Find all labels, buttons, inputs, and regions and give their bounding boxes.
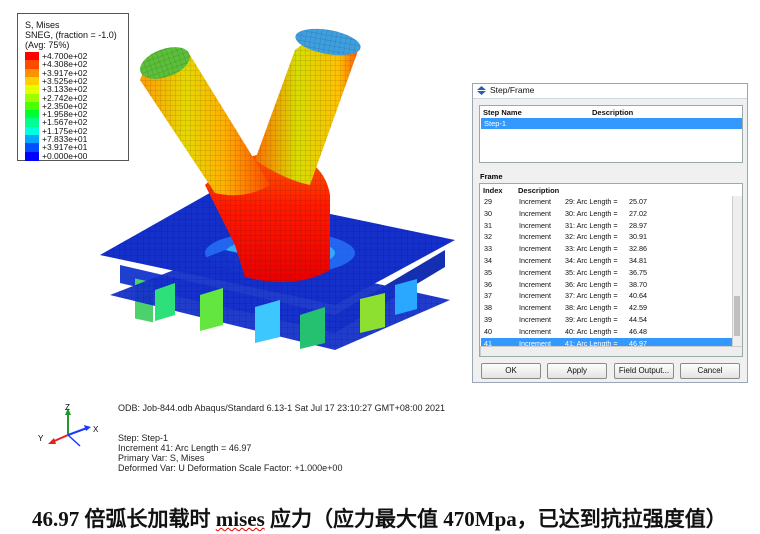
- frame-type: Increment: [519, 244, 551, 254]
- primary-var-info: Primary Var: S, Mises: [118, 453, 205, 463]
- frame-desc: 35: Arc Length =: [565, 267, 618, 277]
- frame-list[interactable]: Index Description 29 Increment 29: Arc Len…: [479, 183, 743, 357]
- frame-desc: 36: Arc Length =: [565, 279, 618, 289]
- legend-value: +0.000e+00: [42, 150, 88, 161]
- frame-row[interactable]: 38 Increment 38: Arc Length = 42.59: [481, 302, 733, 314]
- frame-type: Increment: [519, 303, 551, 313]
- frame-index: 31: [484, 220, 492, 230]
- frame-row[interactable]: 32 Increment 32: Arc Length = 30.91: [481, 231, 733, 243]
- frame-type: Increment: [519, 208, 551, 218]
- frame-type: Increment: [519, 279, 551, 289]
- deformed-var-info: Deformed Var: U Deformation Scale Factor…: [118, 463, 343, 473]
- frame-desc: 40: Arc Length =: [565, 326, 618, 336]
- step-row-selected[interactable]: Step-1: [481, 118, 742, 129]
- frame-index: 35: [484, 267, 492, 277]
- frame-value: 40.64: [629, 291, 647, 301]
- frame-value: 27.02: [629, 208, 647, 218]
- field-output-button[interactable]: Field Output...: [614, 363, 674, 379]
- frame-value: 28.97: [629, 220, 647, 230]
- frame-desc: 39: Arc Length =: [565, 315, 618, 324]
- frame-index: 36: [484, 279, 492, 289]
- frame-value: 42.59: [629, 303, 647, 313]
- frame-index: 33: [484, 244, 492, 254]
- increment-info: Increment 41: Arc Length = 46.97: [118, 443, 252, 453]
- frame-row[interactable]: 36 Increment 36: Arc Length = 38.70: [481, 279, 733, 291]
- coordinate-triad-icon: Z Y X: [38, 403, 99, 447]
- ok-button[interactable]: OK: [481, 363, 541, 379]
- frame-type: Increment: [519, 232, 551, 242]
- frame-index: 40: [484, 326, 492, 336]
- frame-row[interactable]: 31 Increment 31: Arc Length = 28.97: [481, 220, 733, 232]
- frame-desc: 30: Arc Length =: [565, 208, 618, 218]
- frame-value: 30.91: [629, 232, 647, 242]
- frame-index: 29: [484, 197, 492, 206]
- step-frame-dialog: Step/Frame Step Name Description Step-1 …: [472, 83, 748, 383]
- step-name-header: Step Name: [483, 108, 522, 117]
- frame-desc: 37: Arc Length =: [565, 291, 618, 301]
- frame-index: 34: [484, 256, 492, 265]
- frame-row[interactable]: 30 Increment 30: Arc Length = 27.02: [481, 208, 733, 220]
- frame-label: Frame: [480, 172, 503, 181]
- frame-desc: 29: Arc Length =: [565, 197, 618, 206]
- frame-row[interactable]: 29 Increment 29: Arc Length = 25.07: [481, 196, 733, 208]
- frame-value: 25.07: [629, 197, 647, 206]
- frame-type: Increment: [519, 267, 551, 277]
- cancel-button[interactable]: Cancel: [680, 363, 740, 379]
- step-frame-icon: [477, 86, 486, 95]
- frame-index: 32: [484, 232, 492, 242]
- frame-type: Increment: [519, 220, 551, 230]
- frame-value: 32.86: [629, 244, 647, 254]
- caption-part3: 应力（应力最大值 470Mpa，已达到抗拉强度值）: [264, 507, 727, 531]
- frame-type: Increment: [519, 326, 551, 336]
- frame-desc: 31: Arc Length =: [565, 220, 618, 230]
- step-name: Step-1: [484, 119, 507, 128]
- step-description-header: Description: [592, 108, 634, 117]
- frame-desc: 34: Arc Length =: [565, 256, 618, 265]
- legend-variable: S, Mises: [25, 20, 60, 30]
- frame-desc: 33: Arc Length =: [565, 244, 618, 254]
- frame-horizontal-scrollbar[interactable]: [480, 346, 742, 356]
- frame-description-header: Description: [518, 186, 560, 195]
- frame-desc: 32: Arc Length =: [565, 232, 618, 242]
- caption-mises: mises: [215, 507, 265, 531]
- frame-row[interactable]: 35 Increment 35: Arc Length = 36.75: [481, 267, 733, 279]
- frame-row[interactable]: 33 Increment 33: Arc Length = 32.86: [481, 243, 733, 255]
- frame-value: 34.81: [629, 256, 647, 265]
- frame-row[interactable]: 40 Increment 40: Arc Length = 46.48: [481, 326, 733, 338]
- frame-index-header: Index: [483, 186, 503, 195]
- frame-value: 36.75: [629, 267, 647, 277]
- frame-type: Increment: [519, 256, 551, 265]
- frame-vertical-scrollbar[interactable]: [732, 196, 742, 346]
- frame-index: 38: [484, 303, 492, 313]
- frame-row[interactable]: 39 Increment 39: Arc Length = 44.54: [481, 314, 733, 326]
- frame-index: 39: [484, 315, 492, 324]
- triad-y-label: Y: [38, 434, 44, 443]
- frame-desc: 38: Arc Length =: [565, 303, 618, 313]
- apply-button[interactable]: Apply: [547, 363, 607, 379]
- frame-row[interactable]: 34 Increment 34: Arc Length = 34.81: [481, 255, 733, 267]
- frame-row[interactable]: 37 Increment 37: Arc Length = 40.64: [481, 290, 733, 302]
- step-info: Step: Step-1: [118, 433, 169, 443]
- dialog-titlebar[interactable]: Step/Frame: [473, 84, 747, 99]
- frame-type: Increment: [519, 197, 551, 206]
- legend-avg: (Avg: 75%): [25, 40, 70, 50]
- frame-type: Increment: [519, 291, 551, 301]
- fe-model-view: [100, 28, 455, 350]
- frame-type: Increment: [519, 315, 551, 324]
- step-list[interactable]: Step Name Description Step-1: [479, 105, 743, 163]
- frame-value: 38.70: [629, 279, 647, 289]
- caption-part1: 46.97 倍弧长加载时: [32, 507, 216, 531]
- triad-z-label: Z: [65, 403, 70, 412]
- legend-swatch: [25, 151, 39, 161]
- odb-info: ODB: Job-844.odb Abaqus/Standard 6.13-1 …: [118, 403, 445, 413]
- frame-index: 37: [484, 291, 492, 301]
- dialog-title: Step/Frame: [490, 85, 535, 95]
- frame-value: 46.48: [629, 326, 647, 336]
- frame-value: 44.54: [629, 315, 647, 324]
- scrollbar-thumb[interactable]: [734, 296, 740, 336]
- figure-caption: 46.97 倍弧长加载时 mises 应力（应力最大值 470Mpa，已达到抗拉…: [32, 503, 727, 533]
- frame-index: 30: [484, 208, 492, 218]
- triad-x-label: X: [93, 425, 99, 434]
